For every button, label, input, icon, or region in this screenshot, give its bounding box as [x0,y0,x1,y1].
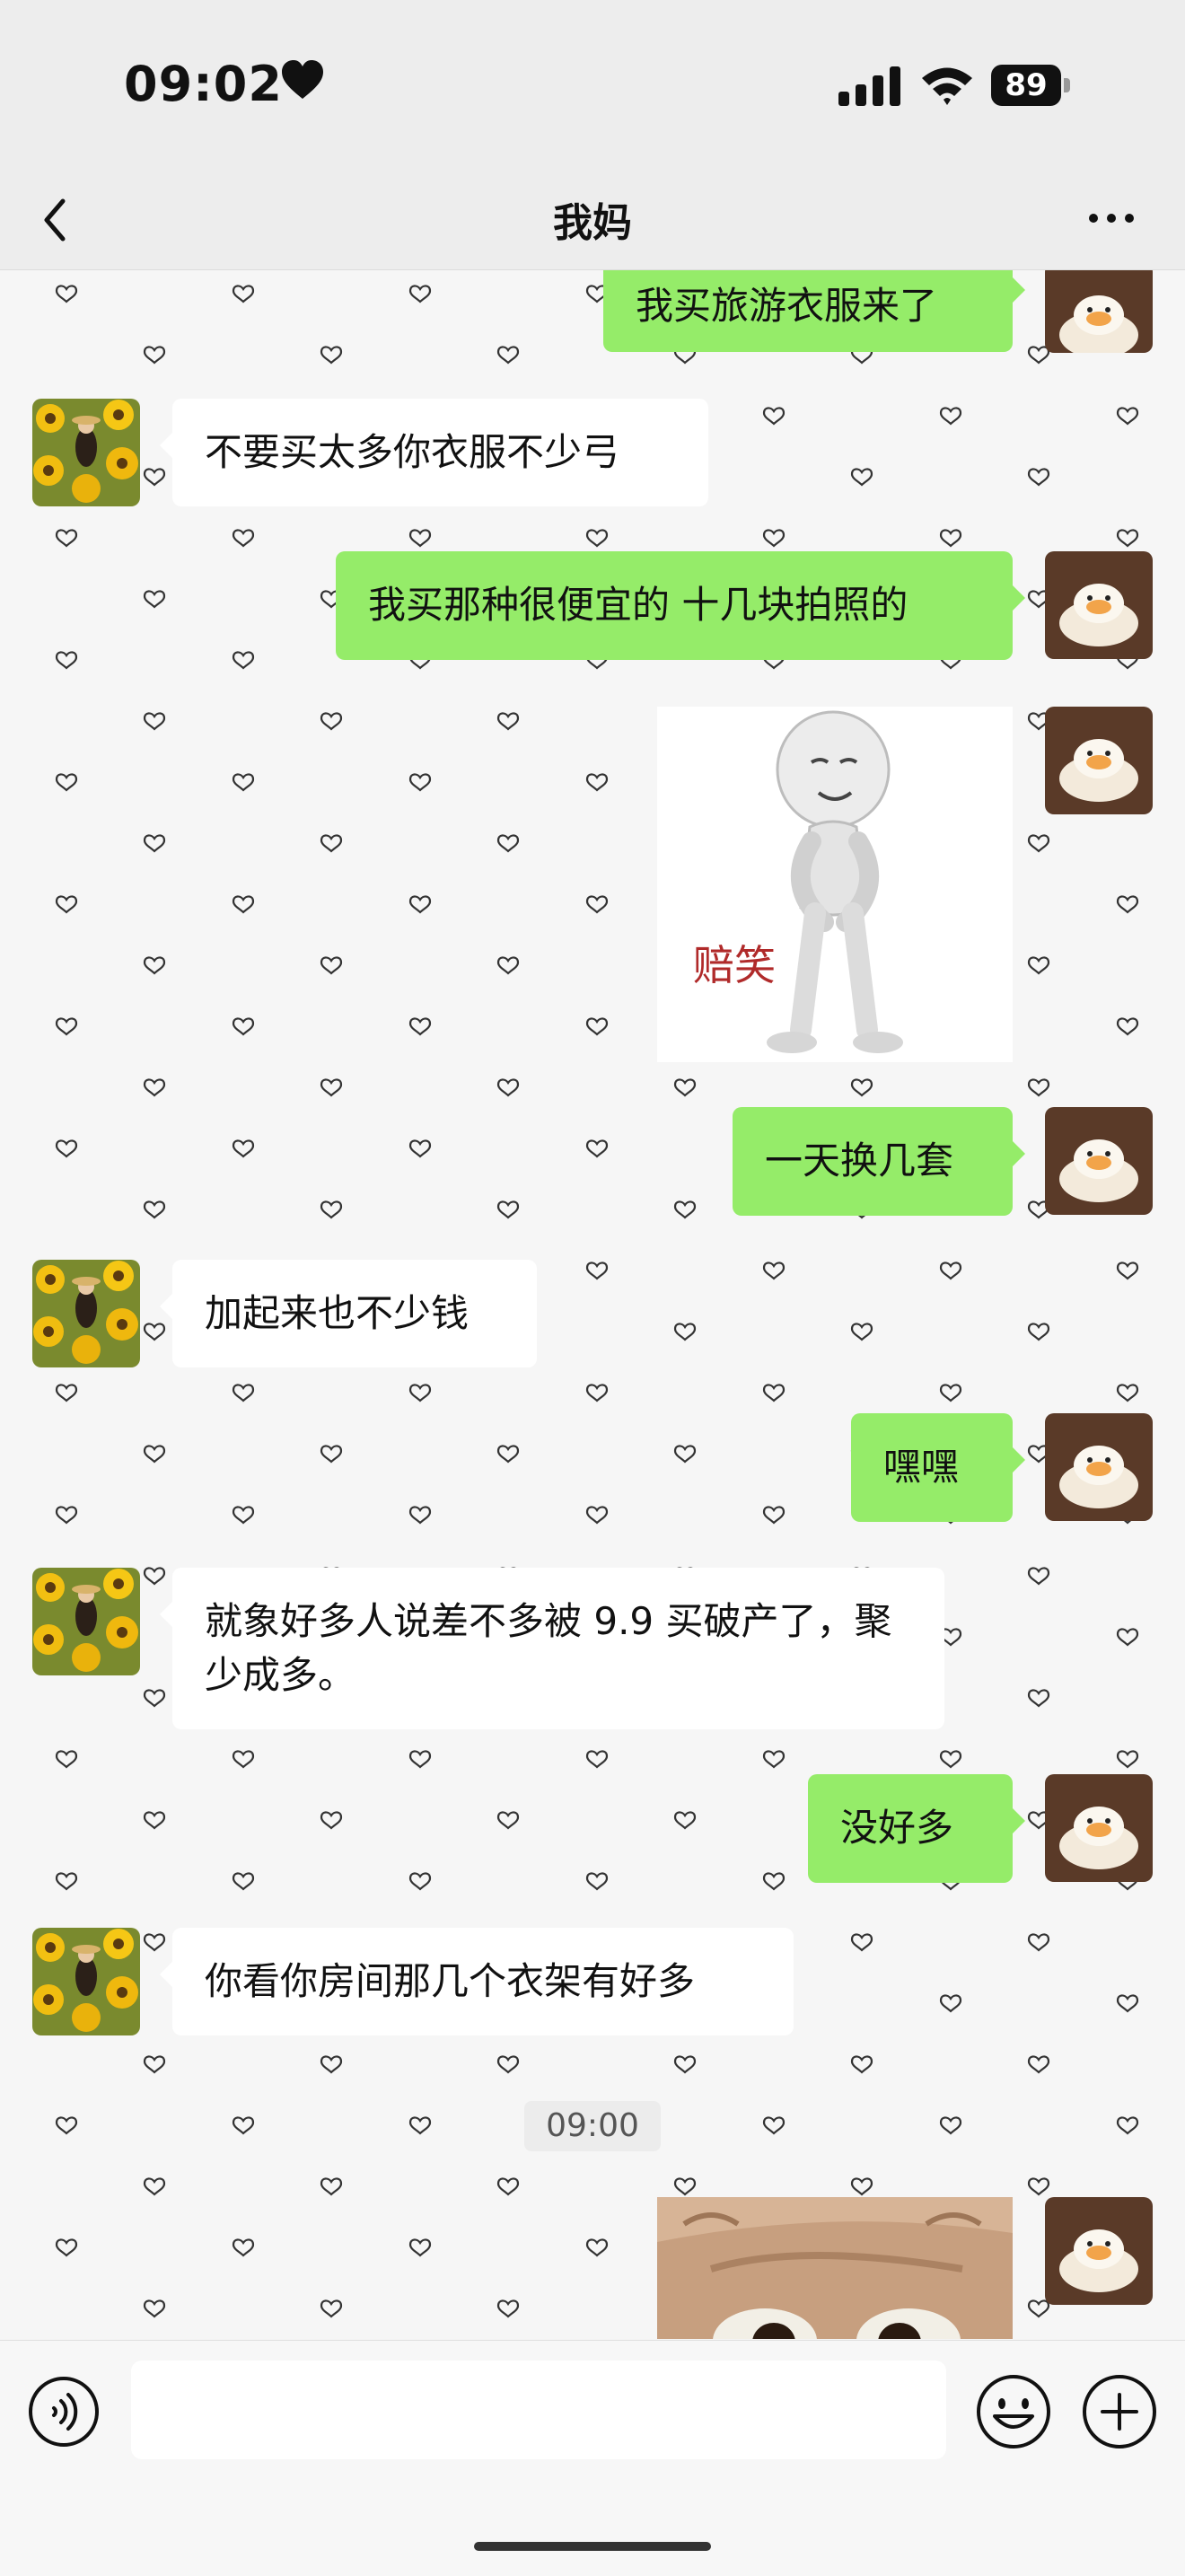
my-avatar[interactable] [1045,2197,1153,2305]
battery-indicator: 89 [991,65,1072,106]
message-bubble-outgoing[interactable]: 一天换几套 [733,1107,1025,1216]
signal-icon [838,66,900,106]
message-text: 你看你房间那几个衣架有好多 [205,1959,696,2003]
message-bubble-incoming[interactable]: 就象好多人说差不多被 9.9 买破产了，聚少成多。 [160,1568,944,1729]
mom-avatar[interactable] [32,1568,140,1675]
mom-avatar[interactable] [32,399,140,506]
my-avatar[interactable] [1045,551,1153,659]
message-input[interactable] [131,2361,946,2459]
cat-sticker [657,2197,1013,2339]
my-avatar[interactable] [1045,1413,1153,1521]
sticker-image[interactable] [657,2197,1013,2339]
battery-level: 89 [991,65,1061,106]
message-text: 没好多 [840,1806,954,1850]
message-bubble-incoming[interactable]: 加起来也不少钱 [160,1260,537,1367]
mom-avatar[interactable] [32,1260,140,1367]
message-bubble-outgoing[interactable]: 我买旅游衣服来了 [603,270,1025,352]
message-text: 嘿嘿 [883,1445,960,1489]
status-time: 09:02 [124,56,283,112]
chat-header: 我妈 [0,171,1185,270]
my-avatar[interactable] [1045,1107,1153,1215]
heart-icon [282,60,323,99]
my-avatar[interactable] [1045,707,1153,814]
sticker-image[interactable]: 赔笑 [657,707,1013,1062]
message-text: 不要买太多你衣服不少弓 [205,430,620,474]
battery-tip [1064,78,1070,92]
chat-messages[interactable]: 我买旅游衣服来了 不要买太多你衣服不少弓 我买那种很便宜的 十几块拍照的 赔笑 … [0,270,1185,2339]
chat-title: 我妈 [553,200,632,246]
message-bubble-outgoing[interactable]: 没好多 [808,1774,1025,1883]
message-bubble-outgoing[interactable]: 嘿嘿 [851,1413,1025,1522]
message-text: 我买那种很便宜的 十几块拍照的 [368,583,908,627]
emoji-icon[interactable] [975,2373,1052,2450]
mom-avatar[interactable] [32,1928,140,2035]
message-bubble-incoming[interactable]: 你看你房间那几个衣架有好多 [160,1928,794,2035]
message-bubble-incoming[interactable]: 不要买太多你衣服不少弓 [160,399,708,506]
message-text: 就象好多人说差不多被 9.9 买破产了，聚少成多。 [205,1599,892,1697]
home-indicator [474,2542,711,2551]
message-text: 加起来也不少钱 [205,1291,470,1335]
sticker-caption: 赔笑 [693,941,776,989]
message-text: 一天换几套 [765,1139,954,1182]
my-avatar[interactable] [1045,270,1153,353]
my-avatar[interactable] [1045,1774,1153,1882]
voice-icon[interactable] [27,2375,101,2449]
more-icon[interactable] [1086,205,1137,232]
input-bar [0,2340,1185,2576]
plus-icon[interactable] [1081,2373,1158,2450]
smiling-figure-sticker [657,707,1013,1062]
message-timestamp: 09:00 [524,2101,661,2151]
wifi-icon [922,67,972,105]
message-text: 我买旅游衣服来了 [636,284,938,328]
status-bar: 09:02 89 [0,0,1185,171]
message-bubble-outgoing[interactable]: 我买那种很便宜的 十几块拍照的 [336,551,1025,660]
